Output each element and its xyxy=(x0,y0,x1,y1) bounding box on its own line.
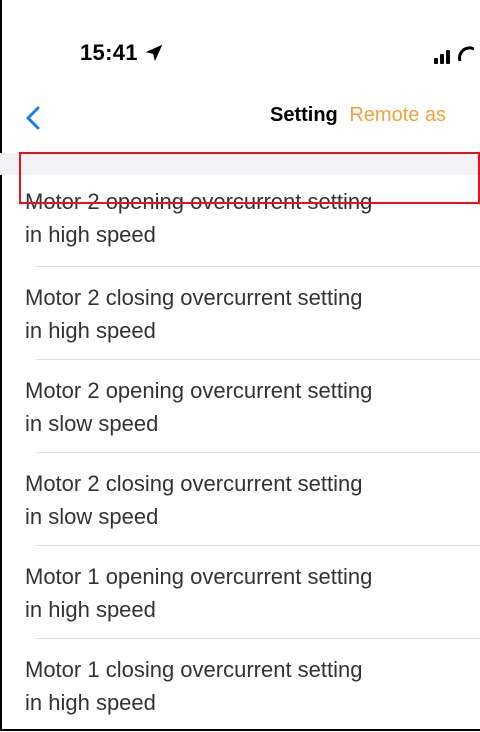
setting-label: Motor 2 opening overcurrent setting in h… xyxy=(25,189,373,247)
settings-list: Motor 2 opening overcurrent setting in h… xyxy=(0,175,480,732)
setting-item[interactable]: Motor 2 opening overcurrent setting in s… xyxy=(0,360,480,453)
setting-item[interactable]: Motor 2 closing overcurrent setting in s… xyxy=(0,453,480,546)
setting-label: Motor 2 closing overcurrent setting in s… xyxy=(25,470,363,529)
setting-label: Motor 1 opening overcurrent setting in h… xyxy=(25,563,373,622)
setting-item[interactable]: Motor 1 opening overcurrent setting in h… xyxy=(0,546,480,639)
status-time: 15:41 xyxy=(80,40,166,66)
chevron-left-icon xyxy=(26,106,40,130)
setting-item[interactable]: Motor 2 opening overcurrent setting in h… xyxy=(0,175,480,267)
section-header-band xyxy=(0,153,480,175)
setting-label: Motor 1 closing overcurrent setting in h… xyxy=(25,656,363,715)
clock-text: 15:41 xyxy=(80,40,138,65)
location-arrow-icon xyxy=(145,44,163,62)
setting-item[interactable]: Motor 2 closing overcurrent setting in h… xyxy=(0,267,480,360)
page-subtitle: Remote as xyxy=(349,104,447,126)
setting-item[interactable]: Motor 1 closing overcurrent setting in h… xyxy=(0,639,480,732)
page-title: Setting xyxy=(270,104,338,126)
setting-label: Motor 2 closing overcurrent setting in h… xyxy=(25,284,363,343)
navigation-bar: Setting Remote as xyxy=(0,96,480,140)
nav-titles: Setting Remote as xyxy=(270,104,446,127)
cellular-signal-icon xyxy=(434,46,474,64)
status-bar: 15:41 xyxy=(0,0,480,100)
back-button[interactable] xyxy=(20,100,50,136)
setting-label: Motor 2 opening overcurrent setting in s… xyxy=(25,377,373,436)
